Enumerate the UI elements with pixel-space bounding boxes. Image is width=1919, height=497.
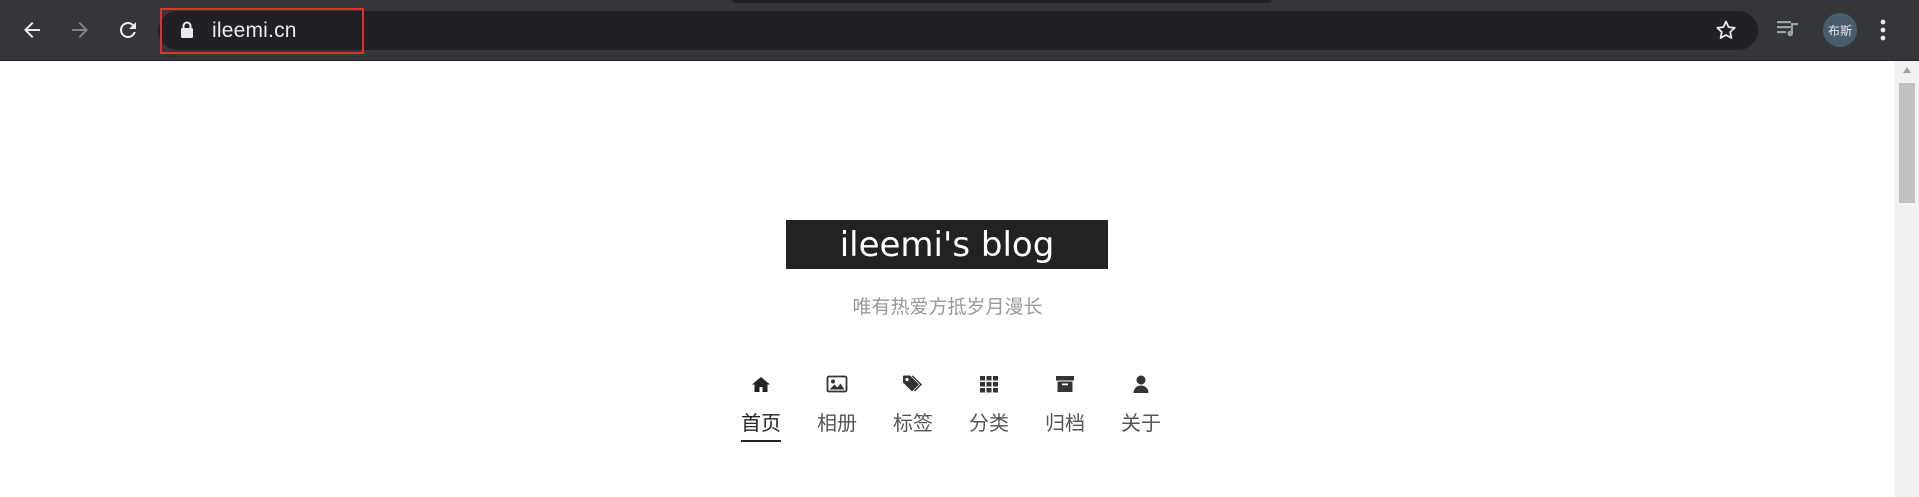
menu-label: 分类 (969, 411, 1009, 435)
tags-icon (902, 371, 924, 397)
forward-button[interactable] (62, 12, 98, 48)
menu-label: 标签 (893, 411, 933, 435)
media-playlist-icon[interactable] (1774, 15, 1802, 47)
site-subtitle: 唯有热爱方抵岁月漫长 (852, 296, 1043, 318)
page-scrollbar[interactable] (1895, 61, 1919, 497)
menu-item-categories[interactable]: 分类 (951, 371, 1027, 442)
user-icon (1132, 371, 1150, 397)
main-menu: 首页 相册 标签 分类 归档 关于 (723, 371, 1179, 442)
address-bar[interactable]: ileemi.cn (158, 11, 1758, 50)
menu-item-home[interactable]: 首页 (723, 371, 799, 442)
menu-label: 归档 (1045, 411, 1085, 435)
menu-label: 关于 (1121, 411, 1161, 435)
back-arrow-icon (24, 22, 40, 38)
menu-label: 相册 (817, 411, 857, 435)
scroll-up-arrow-icon[interactable] (1895, 61, 1919, 79)
menu-label: 首页 (741, 407, 781, 442)
kebab-menu-icon[interactable] (1876, 14, 1890, 50)
menu-item-tags[interactable]: 标签 (875, 371, 951, 442)
back-button[interactable] (14, 12, 50, 48)
profile-avatar[interactable]: 布斯 (1823, 13, 1857, 47)
menu-item-album[interactable]: 相册 (799, 371, 875, 442)
menu-item-archive[interactable]: 归档 (1027, 371, 1103, 442)
site-title-block[interactable]: ileemi's blog (786, 220, 1108, 269)
web-page: ileemi's blog 唯有热爱方抵岁月漫长 首页 相册 标签 分类 归档 … (0, 61, 1895, 497)
browser-window: ileemi.cn 布斯 ileemi's blog 唯有热爱方抵岁月漫长 首页… (0, 0, 1919, 497)
grid-icon (979, 371, 999, 397)
scrollbar-thumb[interactable] (1899, 83, 1915, 203)
image-icon (826, 371, 848, 397)
reload-button[interactable] (110, 12, 146, 48)
lock-icon[interactable] (180, 21, 194, 43)
archive-icon (1055, 371, 1075, 397)
star-icon[interactable] (1714, 18, 1738, 46)
forward-arrow-icon (72, 22, 88, 38)
menu-item-about[interactable]: 关于 (1103, 371, 1179, 442)
site-title[interactable]: ileemi's blog (840, 228, 1055, 262)
tab-strip-edge (732, 0, 1272, 3)
browser-toolbar: ileemi.cn 布斯 (0, 0, 1919, 61)
url-text[interactable]: ileemi.cn (212, 19, 297, 43)
reload-icon (119, 21, 136, 38)
home-icon (751, 371, 771, 397)
